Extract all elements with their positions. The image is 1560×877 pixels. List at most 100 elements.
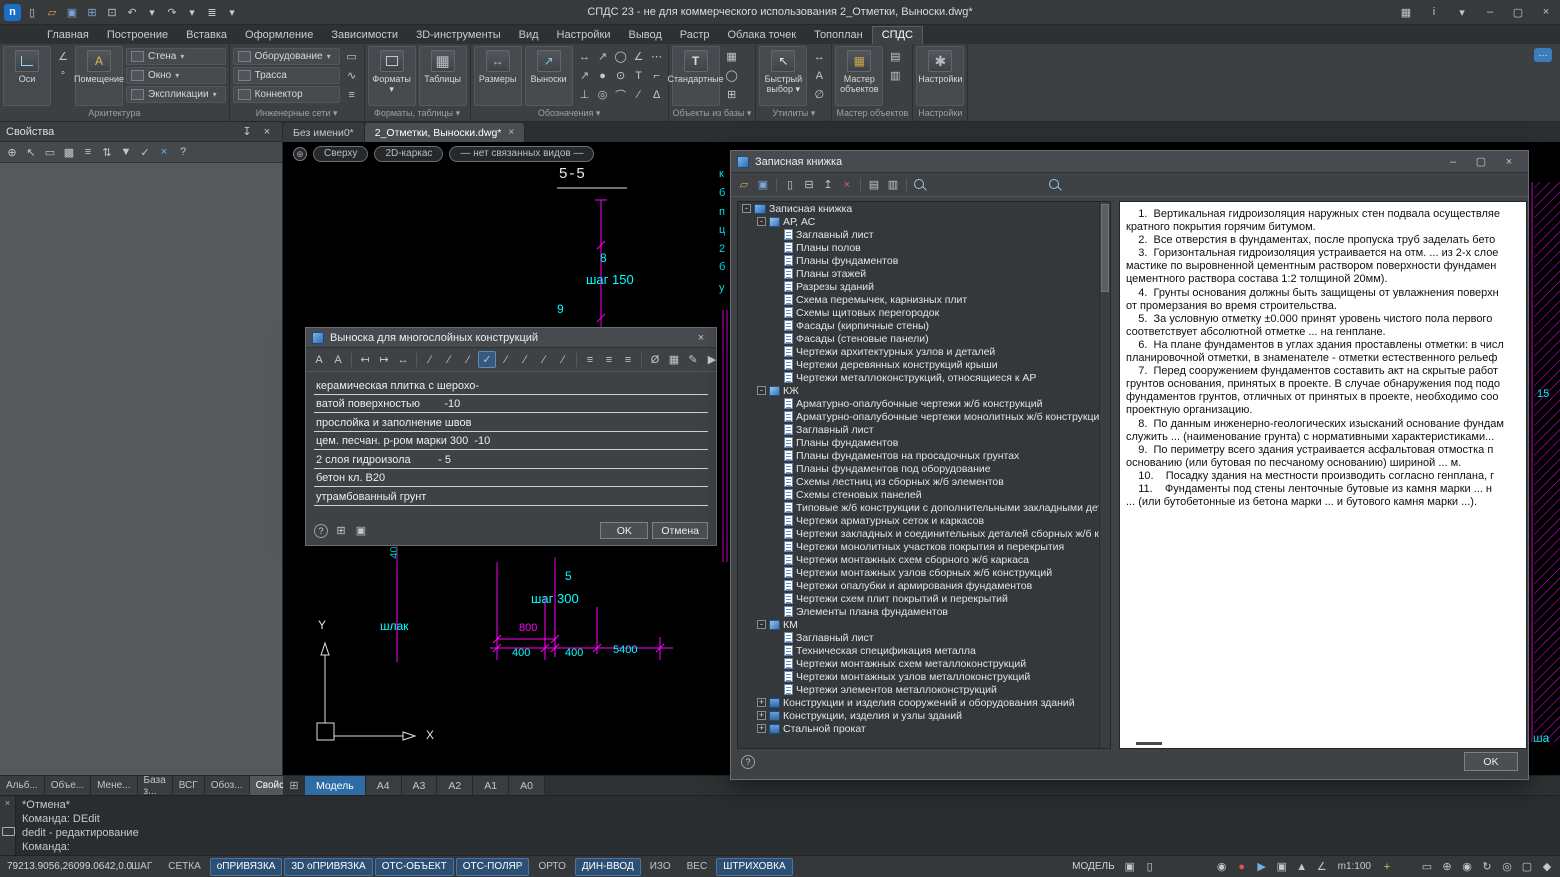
pipe-icon[interactable]: ▭ — [343, 48, 361, 65]
new-file-icon[interactable]: ▯ — [23, 4, 41, 21]
ribbon-tab-4[interactable]: Зависимости — [322, 27, 407, 44]
notes-pane[interactable]: 1. Вертикальная гидроизоляция наружных с… — [1119, 201, 1527, 749]
node-leader-icon[interactable]: ● — [594, 67, 612, 84]
leader-note-icon[interactable]: ↗ — [576, 67, 594, 84]
tree-item[interactable]: Чертежи элементов металлоконструкций — [738, 683, 1110, 696]
redo-icon[interactable]: ↷ — [163, 4, 181, 21]
ribbon-tab-7[interactable]: Настройки — [548, 27, 620, 44]
minimize-button[interactable]: – — [1440, 154, 1466, 170]
ortho-toggle[interactable]: ОРТО — [531, 858, 572, 876]
slope-icon[interactable]: ∕ — [516, 351, 534, 368]
search-icon[interactable] — [1046, 176, 1064, 193]
expand-icon[interactable]: + — [757, 698, 766, 707]
selection-list-icon[interactable]: ≡ — [79, 144, 97, 161]
cursor-mode-icon[interactable]: ▶ — [1253, 858, 1271, 875]
slope-icon[interactable]: ∕ — [535, 351, 553, 368]
maximize-button[interactable]: ▢ — [1504, 0, 1532, 24]
nav-wheel-icon[interactable]: ◉ — [1458, 858, 1476, 875]
fitting-icon[interactable]: ≡ — [343, 86, 361, 103]
tree-item[interactable]: Чертежи монтажных схем металлоконструкци… — [738, 657, 1110, 670]
view-orientation-button[interactable]: Сверху — [313, 146, 368, 162]
layout-tab-3[interactable]: А2 — [437, 776, 473, 795]
base-browser-icon[interactable]: ▦ — [723, 48, 741, 65]
lineweight-toggle[interactable]: ВЕС — [680, 858, 715, 876]
ribbon-panel-label[interactable]: Обозначения — [471, 108, 668, 121]
caret-down-icon[interactable]: ▾ — [143, 4, 161, 21]
ribbon-tab-3[interactable]: Оформление — [236, 27, 322, 44]
leader-text-row[interactable]: ватой поверхностью -10 — [314, 395, 708, 414]
layout-icon[interactable]: ▯ — [1141, 858, 1159, 875]
units-icon[interactable]: ∠ — [1313, 858, 1331, 875]
keyboard-icon[interactable] — [0, 822, 17, 839]
ribbon-panel-label[interactable]: Объекты из базы — [669, 108, 756, 121]
align-right-icon[interactable]: ≡ — [619, 351, 637, 368]
extend-left-icon[interactable]: ↤ — [356, 351, 374, 368]
tree-item[interactable]: Чертежи закладных и соединительных детал… — [738, 527, 1110, 540]
panel-tab-albums[interactable]: Альб... — [0, 776, 45, 795]
collapse-icon[interactable]: - — [757, 217, 766, 226]
tree-item[interactable]: Чертежи деревянных конструкций крыши — [738, 358, 1110, 371]
layout-tab-1[interactable]: А4 — [366, 776, 402, 795]
app-logo[interactable]: n — [4, 4, 21, 21]
document-tab-1[interactable]: 2_Отметки, Выноски.dwg*× — [365, 123, 525, 142]
slope-icon[interactable]: ∕ — [421, 351, 439, 368]
angle-dim-icon[interactable]: ∠ — [630, 48, 648, 65]
annotation-monitor-icon[interactable]: ● — [1233, 858, 1251, 875]
tree-item[interactable]: -КЖ — [738, 384, 1110, 397]
leader-copy-icon[interactable]: A — [329, 351, 347, 368]
ribbon-panel-label[interactable]: Инженерные сети — [230, 108, 364, 121]
ribbon-panel-label[interactable]: Утилиты — [756, 108, 831, 121]
close-command-icon[interactable]: × — [5, 798, 10, 808]
tree-item[interactable]: Заглавный лист — [738, 423, 1110, 436]
refresh-icon[interactable]: ↻ — [1478, 858, 1496, 875]
edit-note-icon[interactable]: ▤ — [865, 176, 883, 193]
diameter-icon[interactable]: Ø — [646, 351, 664, 368]
leader-text-row[interactable]: бетон кл. В20 — [314, 469, 708, 488]
report-icon[interactable]: ▥ — [884, 176, 902, 193]
layout-tab-2[interactable]: А3 — [402, 776, 438, 795]
ok-button[interactable]: OK — [600, 522, 648, 539]
close-button[interactable]: × — [1532, 0, 1560, 24]
ribbon-panel-label[interactable]: Мастер объектов — [832, 108, 912, 121]
tree-item[interactable]: +Конструкции и изделия сооружений и обор… — [738, 696, 1110, 709]
aligned-dim-icon[interactable]: ↗ — [594, 48, 612, 65]
select-crossing-icon[interactable]: ▩ — [60, 144, 78, 161]
extend-right-icon[interactable]: ↦ — [375, 351, 393, 368]
export-icon[interactable]: ↥ — [819, 176, 837, 193]
position-leader-icon[interactable]: ⊙ — [612, 67, 630, 84]
object-master-button[interactable]: Мастер объектов — [835, 46, 883, 106]
select-window-icon[interactable]: ▭ — [41, 144, 59, 161]
scale-indicator[interactable]: m1:100 — [1334, 861, 1375, 872]
search-icon[interactable] — [911, 176, 929, 193]
align-left-icon[interactable]: ≡ — [581, 351, 599, 368]
close-tab-icon[interactable]: × — [508, 127, 514, 138]
panel-tab-notations[interactable]: Обоз... — [205, 776, 250, 795]
tree-item[interactable]: Заглавный лист — [738, 631, 1110, 644]
close-button[interactable]: × — [692, 329, 710, 346]
ribbon-tab-2[interactable]: Вставка — [177, 27, 236, 44]
model-space-label[interactable]: МОДЕЛЬ — [1069, 861, 1117, 872]
duct-icon[interactable]: ∿ — [343, 67, 361, 84]
pin-icon[interactable]: ↧ — [238, 123, 256, 140]
tree-item[interactable]: Чертежи арматурных сеток и каркасов — [738, 514, 1110, 527]
linear-dim-icon[interactable]: ↔ — [576, 48, 594, 65]
connector-button[interactable]: Коннектор — [233, 86, 340, 103]
align-center-icon[interactable]: ≡ — [600, 351, 618, 368]
tree-item[interactable]: -АР, АС — [738, 215, 1110, 228]
purge-icon[interactable]: ∅ — [810, 86, 828, 103]
menu-icon[interactable]: ≣ — [203, 4, 221, 21]
collapse-icon[interactable]: - — [757, 620, 766, 629]
tree-item[interactable]: Планы фундаментов — [738, 436, 1110, 449]
leader-text-icon[interactable]: A — [310, 351, 328, 368]
command-line[interactable]: × *Отмена*Команда: DEditdedit - редактир… — [0, 795, 1560, 855]
tree-scrollbar[interactable] — [1099, 202, 1110, 748]
save-all-icon[interactable]: ⊞ — [83, 4, 101, 21]
standard-objects-button[interactable]: Стандартные — [672, 46, 720, 106]
route-button[interactable]: Трасса — [233, 67, 340, 84]
close-button[interactable]: × — [1496, 154, 1522, 170]
ribbon-tab-9[interactable]: Растр — [671, 27, 719, 44]
tree-item[interactable]: -КМ — [738, 618, 1110, 631]
hatch-toggle[interactable]: ШТРИХОВКА — [716, 858, 792, 876]
collapse-icon[interactable]: - — [742, 204, 751, 213]
apply-icon[interactable]: ✓ — [136, 144, 154, 161]
